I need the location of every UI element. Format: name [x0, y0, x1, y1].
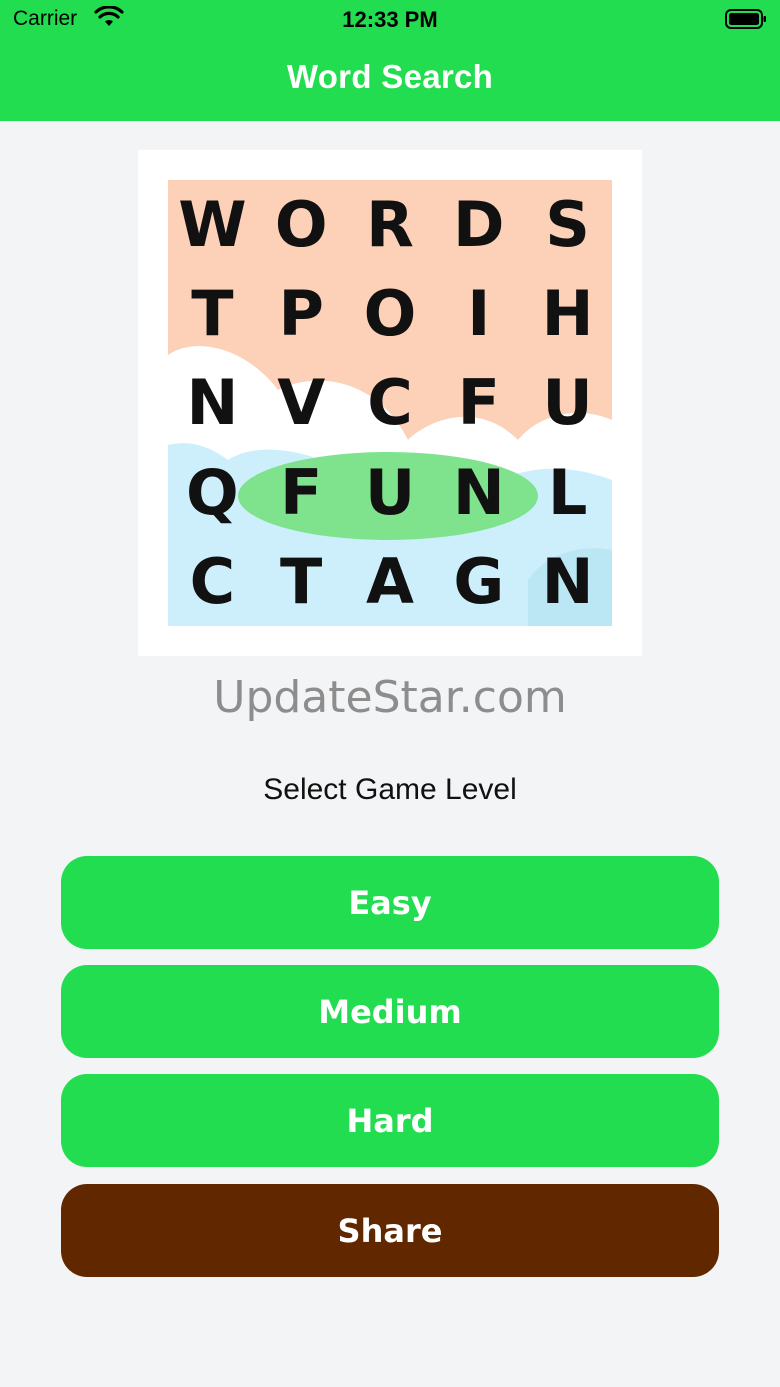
grid-cell: T: [191, 277, 234, 351]
status-bar: Carrier 12:33 PM: [0, 0, 780, 40]
grid-cell: P: [278, 277, 324, 351]
grid-cell: T: [280, 544, 323, 618]
grid-cell: U: [364, 455, 416, 529]
clock: 12:33 PM: [342, 7, 438, 32]
easy-button[interactable]: Easy: [61, 856, 719, 949]
level-prompt: Select Game Level: [263, 773, 517, 806]
grid-cell: Q: [186, 455, 239, 529]
grid-cell: O: [274, 188, 328, 262]
grid-cell: L: [547, 455, 588, 529]
page-title: Word Search: [286, 58, 494, 95]
word-search-logo: W O R D S T P O I H N V C F U Q F U N L …: [138, 150, 642, 656]
grid-cell: N: [452, 455, 505, 529]
share-button[interactable]: Share: [61, 1184, 719, 1277]
grid-cell: U: [542, 366, 593, 440]
grid-cell: N: [186, 366, 239, 440]
medium-button[interactable]: Medium: [61, 965, 719, 1058]
grid-cell: R: [366, 188, 414, 262]
grid-cell: H: [541, 277, 594, 351]
grid-cell: V: [277, 366, 326, 440]
grid-cell: C: [367, 366, 413, 440]
grid-cell: C: [189, 544, 236, 618]
grid-cell: O: [363, 277, 417, 351]
grid-cell: N: [541, 544, 594, 618]
grid-cell: F: [280, 455, 323, 529]
letter-grid: W O R D S T P O I H N V C F U Q F U N L …: [168, 180, 612, 626]
grid-cell: A: [366, 544, 414, 618]
navigation-bar: Carrier 12:33 PM Word Search: [0, 0, 780, 121]
grid-cell: F: [457, 366, 500, 440]
grid-cell: W: [178, 188, 247, 262]
watermark-text: UpdateStar.com: [213, 672, 567, 723]
grid-cell: I: [467, 277, 491, 351]
grid-cell: S: [545, 188, 590, 262]
grid-cell: D: [453, 188, 505, 262]
grid-cell: G: [453, 544, 505, 618]
battery-icon: [725, 9, 766, 29]
hard-button[interactable]: Hard: [61, 1074, 719, 1167]
